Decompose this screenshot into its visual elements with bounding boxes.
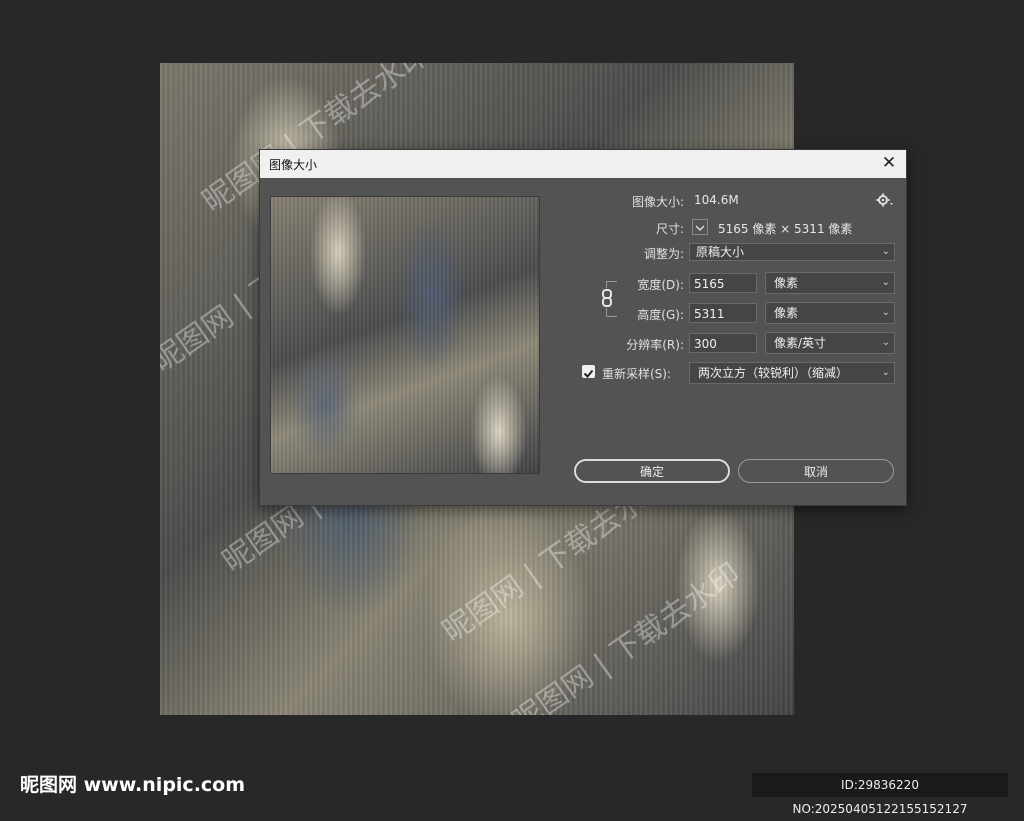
width-label: 宽度(D): (637, 278, 684, 292)
fit-to-label: 调整为: (643, 247, 684, 261)
image-size-value: 104.6M (694, 193, 739, 207)
chevron-down-icon: ⌄ (881, 307, 890, 318)
dimensions-value: 5165 像素 × 5311 像素 (718, 222, 853, 236)
chevron-down-icon: ⌄ (881, 367, 890, 378)
dimensions-label: 尺寸: (655, 222, 684, 236)
link-icon[interactable] (599, 288, 615, 308)
resolution-label: 分辨率(R): (626, 338, 684, 352)
ok-button[interactable]: 确定 (574, 459, 730, 483)
chevron-down-icon: ⌄ (881, 277, 890, 288)
site-logo: 昵图网 www.nipic.com (20, 774, 246, 796)
image-size-label: 图像大小: (631, 195, 684, 209)
resample-method-select[interactable]: 两次立方（较锐利）（缩减） ⌄ (689, 362, 895, 384)
chevron-down-icon (695, 225, 705, 232)
gear-icon[interactable] (876, 192, 894, 208)
width-unit-value: 像素 (774, 276, 799, 290)
resolution-input[interactable]: 300 (689, 333, 757, 353)
chevron-down-icon: ⌄ (881, 246, 890, 257)
close-icon[interactable]: ✕ (880, 153, 898, 173)
resample-label: 重新采样(S): (602, 367, 672, 381)
height-input[interactable]: 5311 (689, 303, 757, 323)
dialog-title: 图像大小 (269, 158, 318, 172)
fit-to-select[interactable]: 原稿大小 ⌄ (689, 243, 895, 261)
dimensions-toggle[interactable] (692, 219, 708, 235)
resample-checkbox[interactable] (582, 365, 595, 378)
resolution-unit-value: 像素/英寸 (774, 336, 827, 350)
dialog-titlebar[interactable]: 图像大小 ✕ (260, 150, 906, 178)
fit-to-value: 原稿大小 (696, 245, 745, 259)
image-id-badge: ID:29836220 NO:20250405122155152127 (752, 773, 1008, 816)
height-unit-value: 像素 (774, 306, 799, 320)
chevron-down-icon: ⌄ (881, 337, 890, 348)
resample-method-value: 两次立方（较锐利）（缩减） (698, 366, 849, 380)
height-unit-select[interactable]: 像素 ⌄ (765, 302, 895, 324)
width-input[interactable]: 5165 (689, 273, 757, 293)
image-size-dialog: 图像大小 ✕ 图像大小: 104.6M 尺寸: 5165 像素 × 5311 像… (259, 149, 907, 506)
width-unit-select[interactable]: 像素 ⌄ (765, 272, 895, 294)
height-label: 高度(G): (637, 308, 684, 322)
resolution-unit-select[interactable]: 像素/英寸 ⌄ (765, 332, 895, 354)
cancel-button[interactable]: 取消 (738, 459, 894, 483)
image-preview[interactable] (270, 196, 540, 474)
checkmark-icon (583, 369, 594, 378)
